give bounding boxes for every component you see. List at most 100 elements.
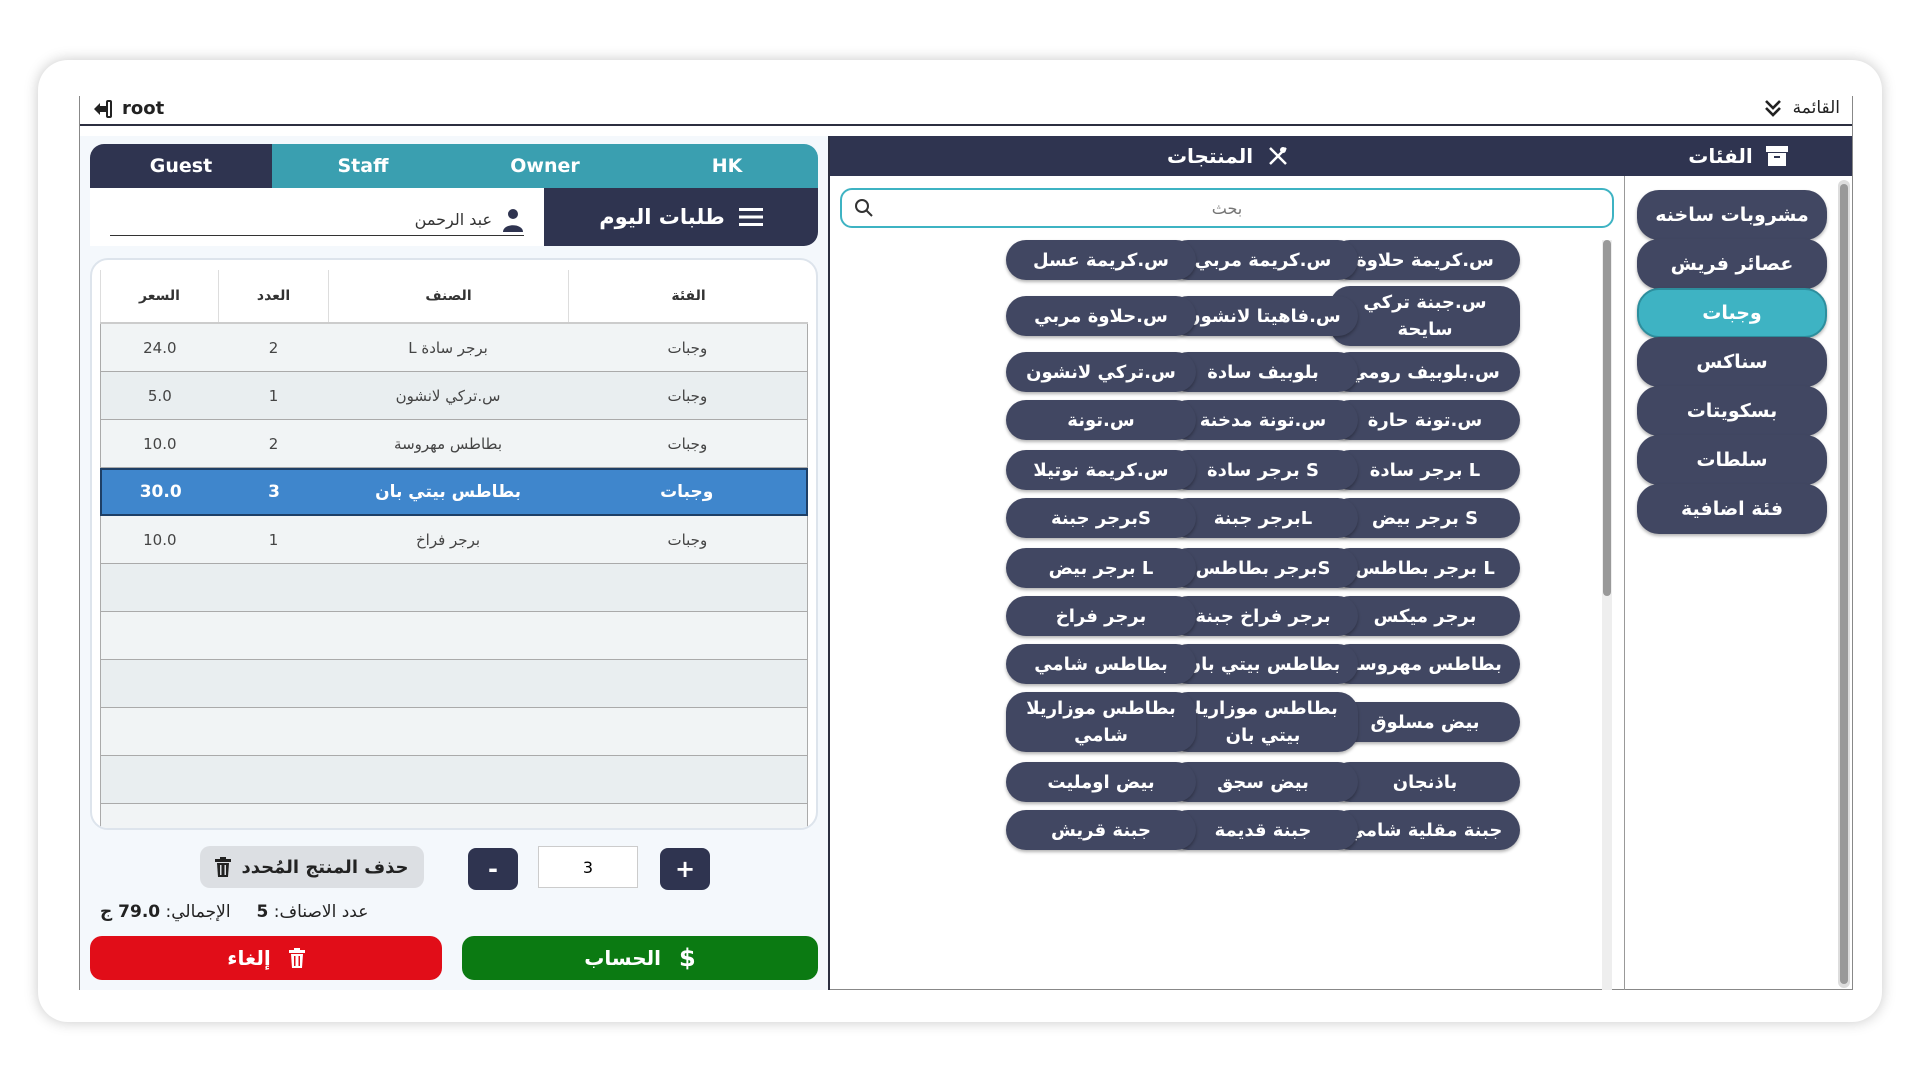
table-row[interactable]: وجبات بطاطس مهروسة 2 10.0 bbox=[100, 420, 808, 468]
logout-icon[interactable] bbox=[92, 99, 112, 118]
product-button[interactable]: بطاطس موزاريلا شامي bbox=[1006, 692, 1196, 752]
order-subbar: عبد الرحمن طلبات اليوم bbox=[90, 188, 818, 246]
product-button[interactable]: برجر سادة S bbox=[1168, 450, 1358, 490]
today-orders-button[interactable]: طلبات اليوم bbox=[544, 188, 818, 246]
product-button[interactable]: برجر بطاطسS bbox=[1168, 548, 1358, 588]
product-button[interactable]: برجر بطاطس L bbox=[1330, 548, 1520, 588]
table-row[interactable]: وجبات بطاطس بيتي بان 3 30.0 bbox=[100, 468, 808, 516]
decrease-qty-button[interactable]: - bbox=[468, 848, 518, 890]
checkout-button[interactable]: الحساب $ bbox=[462, 936, 818, 980]
categories-header: الفئات bbox=[1625, 136, 1852, 176]
product-button[interactable]: جبنة قريش bbox=[1006, 810, 1196, 850]
product-button[interactable]: س.تونة bbox=[1006, 400, 1196, 440]
cell-count: 1 bbox=[268, 530, 279, 549]
product-button[interactable]: بيض مسلوق bbox=[1330, 702, 1520, 742]
empty-row bbox=[100, 564, 808, 612]
cell-price bbox=[101, 804, 219, 828]
product-button[interactable]: برجر جبنةL bbox=[1168, 498, 1358, 538]
tab-owner[interactable]: Owner bbox=[454, 144, 636, 188]
product-button[interactable]: بيض سجق bbox=[1168, 762, 1358, 802]
product-button[interactable]: س.جبنة تركي سايحة bbox=[1330, 286, 1520, 346]
category-button[interactable]: وجبات bbox=[1637, 288, 1827, 338]
category-button[interactable]: سلطات bbox=[1637, 435, 1827, 485]
items-count-value: 5 bbox=[256, 902, 269, 922]
header-item: الصنف bbox=[328, 270, 568, 322]
products-scrollbar[interactable] bbox=[1602, 240, 1612, 990]
category-button[interactable]: سناكس bbox=[1637, 337, 1827, 387]
product-button[interactable]: جبنة قديمة bbox=[1168, 810, 1358, 850]
categories-scrollbar[interactable] bbox=[1838, 180, 1850, 988]
table-body: وجبات برجر سادة L 2 24.0 وجبات س.تركي لانشون 1… bbox=[100, 324, 808, 828]
table-row[interactable]: وجبات س.تركي لانشون 1 5.0 bbox=[100, 372, 808, 420]
product-button[interactable]: س.فاهيتا لانشون bbox=[1168, 296, 1358, 336]
product-button[interactable]: بطاطس مهروسة bbox=[1330, 644, 1520, 684]
cell-count bbox=[219, 612, 329, 659]
product-button[interactable]: برجر جبنةS bbox=[1006, 498, 1196, 538]
product-button[interactable]: برجر سادة L bbox=[1330, 450, 1520, 490]
delete-selected-button[interactable]: حذف المنتج المُحدد bbox=[200, 846, 424, 888]
product-button[interactable]: برجر بيض S bbox=[1330, 498, 1520, 538]
increase-qty-button[interactable]: + bbox=[660, 848, 710, 890]
cell-price: 5.0 bbox=[147, 386, 172, 405]
user-section[interactable]: root bbox=[92, 98, 164, 119]
product-button[interactable]: س.كريمة مربي bbox=[1168, 240, 1358, 280]
product-button[interactable]: س.تونة مدخنة bbox=[1168, 400, 1358, 440]
product-button[interactable]: س.كريمة حلاوة bbox=[1330, 240, 1520, 280]
checkout-label: الحساب bbox=[584, 946, 662, 970]
cell-item bbox=[328, 804, 567, 828]
category-button[interactable]: مشروبات ساخنه bbox=[1637, 190, 1827, 240]
table-row[interactable]: وجبات برجر سادة L 2 24.0 bbox=[100, 324, 808, 372]
product-button[interactable]: س.كريمة نوتيلا bbox=[1006, 450, 1196, 490]
table-row[interactable]: وجبات برجر فراخ 1 10.0 bbox=[100, 516, 808, 564]
cell-item: س.تركي لانشون bbox=[395, 386, 501, 405]
user-name: root bbox=[122, 98, 165, 119]
product-button[interactable]: س.بلوبيف رومي bbox=[1330, 352, 1520, 392]
product-button[interactable]: برجر بيض L bbox=[1006, 548, 1196, 588]
cell-price bbox=[101, 756, 219, 803]
products-title: المنتجات bbox=[1166, 144, 1254, 168]
product-button[interactable]: برجر فراخ bbox=[1006, 596, 1196, 636]
cell-price: 30.0 bbox=[139, 482, 182, 502]
categories-scroll-thumb[interactable] bbox=[1840, 184, 1848, 984]
search-input[interactable] bbox=[842, 190, 1612, 226]
product-button[interactable]: باذنجان bbox=[1330, 762, 1520, 802]
products-scroll-thumb[interactable] bbox=[1603, 240, 1611, 596]
customer-type-tabs: Guest Staff Owner HK bbox=[90, 144, 818, 188]
product-button[interactable]: برجر ميكس bbox=[1330, 596, 1520, 636]
product-button[interactable]: بطاطس بيتي بان bbox=[1168, 644, 1358, 684]
categories-panel: الفئات مشروبات ساخنه عصائر فريش وجبات سناكس… bbox=[1624, 136, 1852, 990]
cell-category: وجبات bbox=[667, 434, 708, 453]
quantity-input[interactable] bbox=[538, 846, 638, 888]
total-label: الإجمالي: bbox=[165, 902, 231, 922]
product-button[interactable]: بطاطس موزاريلا بيتي بان bbox=[1168, 692, 1358, 752]
product-button[interactable]: بطاطس شامي bbox=[1006, 644, 1196, 684]
empty-row bbox=[100, 612, 808, 660]
cancel-button[interactable]: إلغاء bbox=[90, 936, 442, 980]
product-button[interactable]: س.كريمة عسل bbox=[1006, 240, 1196, 280]
cell-count bbox=[219, 804, 329, 828]
category-button[interactable]: فئة اضافية bbox=[1637, 484, 1827, 534]
cell-category: وجبات bbox=[667, 338, 708, 357]
product-button[interactable]: جبنة مقلية شامي bbox=[1330, 810, 1520, 850]
search-box[interactable] bbox=[840, 188, 1614, 228]
product-button[interactable]: س.تركي لانشون bbox=[1006, 352, 1196, 392]
product-button[interactable]: س.تونة حارة bbox=[1330, 400, 1520, 440]
cell-price bbox=[101, 564, 219, 611]
product-button[interactable]: س.حلاوة مربي bbox=[1006, 296, 1196, 336]
order-summary: عدد الاصناف: 5 الإجمالي: 79.0 ج bbox=[100, 902, 368, 922]
tab-hk[interactable]: HK bbox=[636, 144, 818, 188]
cell-count bbox=[219, 660, 329, 707]
total-group: الإجمالي: 79.0 ج bbox=[100, 902, 231, 922]
tab-guest[interactable]: Guest bbox=[90, 144, 272, 188]
archive-box-icon bbox=[1765, 146, 1788, 166]
category-button[interactable]: عصائر فريش bbox=[1637, 239, 1827, 289]
user-icon bbox=[503, 208, 523, 232]
product-button[interactable]: بلوبيف سادة bbox=[1168, 352, 1358, 392]
customer-field[interactable]: عبد الرحمن bbox=[110, 204, 524, 236]
cell-item bbox=[328, 612, 567, 659]
product-button[interactable]: بيض اومليت bbox=[1006, 762, 1196, 802]
category-button[interactable]: بسكويتات bbox=[1637, 386, 1827, 436]
tab-staff[interactable]: Staff bbox=[272, 144, 454, 188]
menu-button[interactable]: القائمة bbox=[1763, 98, 1840, 118]
product-button[interactable]: برجر فراخ جبنة bbox=[1168, 596, 1358, 636]
